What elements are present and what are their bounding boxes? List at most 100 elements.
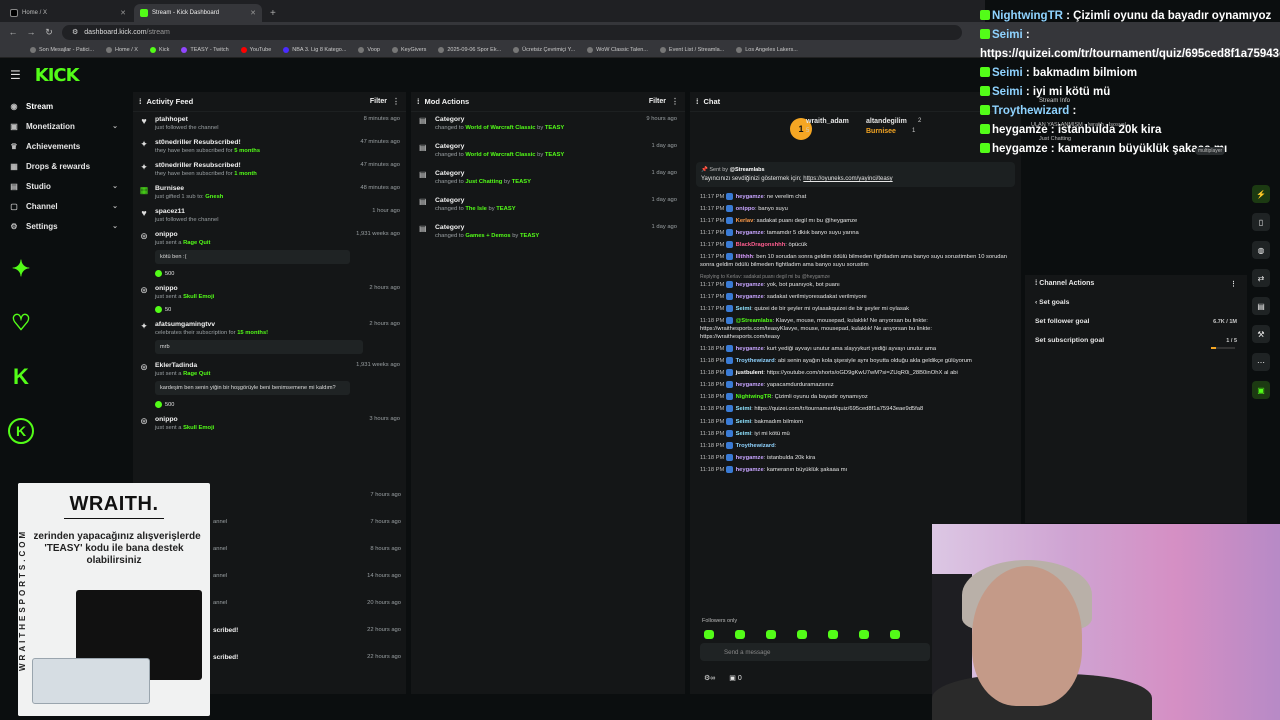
chat-message[interactable]: 11:18 PM NightwingTR: Çizimli oyunu da b… (690, 391, 1021, 403)
sidebar-item-achievements[interactable]: ♛ Achievements (0, 136, 128, 156)
bookmark[interactable]: KeyGivers (391, 46, 426, 53)
chat-username[interactable]: onippo (736, 206, 755, 212)
chat-username[interactable]: Seimi (736, 419, 751, 425)
close-icon[interactable]: ✕ (250, 9, 256, 17)
bookmark[interactable]: WoW Classic Talen... (587, 46, 648, 53)
chat-input[interactable]: Send a message (700, 643, 930, 661)
filter-button[interactable]: Filter (370, 98, 387, 105)
chat-message[interactable]: 11:17 PM heygamze: tamamdır 5 dkiık bany… (690, 227, 1021, 239)
pinned-link[interactable]: https://oyuneks.com/yayinci/teasy (803, 176, 892, 182)
bookmark[interactable]: Los Angeles Lakers... (736, 46, 798, 53)
top-user[interactable]: wraith_adam (806, 118, 849, 125)
chat-message[interactable]: 11:17 PM lllthhh: ben 10 sorudan sonra g… (690, 251, 1021, 271)
emote[interactable] (797, 630, 807, 639)
chat-message[interactable]: 11:18 PM heygamze: kameranın büyüklük şa… (690, 464, 1021, 476)
chat-username[interactable]: BlackDragonshhh (736, 242, 786, 248)
chat-message[interactable]: 11:18 PM Seimi: iyi mi kötü mü (690, 428, 1021, 440)
chat-username[interactable]: Kerlav (736, 218, 754, 224)
top-user[interactable]: Burnisee (866, 128, 896, 135)
url-field[interactable]: ⚙ dashboard.kick.com/stream (62, 24, 962, 40)
chat-message[interactable]: 11:18 PM heygamze: kurt yediği ayvayı un… (690, 343, 1021, 355)
sidebar-item-drops[interactable]: ▦ Drops & rewards (0, 156, 128, 176)
chat-username[interactable]: Troythewizard (736, 443, 775, 449)
chat-message[interactable]: 11:18 PM heygamze: istanbulda 20k kira (690, 452, 1021, 464)
emote[interactable] (766, 630, 776, 639)
lightning-icon[interactable]: ⚡ (1252, 185, 1270, 203)
chat-message[interactable]: 11:17 PM BlackDragonshhh: öpücük (690, 239, 1021, 251)
chat-username[interactable]: lllthhh (736, 254, 753, 260)
emote[interactable] (828, 630, 838, 639)
chat-username[interactable]: heygamze (736, 382, 764, 388)
chat-username[interactable]: heygamze (736, 455, 764, 461)
drag-handle-icon[interactable]: ⁞ (696, 97, 699, 106)
site-info-icon[interactable]: ⚙ (72, 28, 78, 36)
file-icon[interactable]: ▯ (1252, 213, 1270, 231)
close-icon[interactable]: ✕ (120, 9, 126, 17)
set-goals-back[interactable]: ‹ Set goals (1025, 293, 1247, 312)
chat-message[interactable]: 11:18 PM Troythewizard: (690, 440, 1021, 452)
drag-handle-icon[interactable]: ⁞ (417, 97, 420, 106)
new-tab-button[interactable]: + (264, 8, 282, 22)
bookmark[interactable]: TEASY - Twitch (181, 46, 229, 53)
kick-app-icon[interactable]: ▣ (1252, 381, 1270, 399)
chat-message[interactable]: 11:18 PM justbulent: https://youtube.com… (690, 367, 1021, 379)
sidebar-item-stream[interactable]: ◉ Stream (0, 96, 128, 116)
bookmark[interactable]: 2025-09-06 Spor Ek... (438, 46, 501, 53)
filter-button[interactable]: Filter (649, 98, 666, 105)
chat-username[interactable]: heygamze (736, 294, 764, 300)
chat-message[interactable]: 11:18 PM heygamze: yapacamdurduramazsını… (690, 379, 1021, 391)
bookmark[interactable]: NBA 3. Lig 8 Katego... (283, 46, 346, 53)
emote[interactable] (704, 630, 714, 639)
chat-message[interactable]: 11:17 PM heygamze: ne verelim chat (690, 191, 1021, 203)
chat-message[interactable]: 11:17 PM Kerlav: sadakat puanı degil mı … (690, 215, 1021, 227)
chat-message[interactable]: 11:18 PM Troythewizard: abi senin ayağın… (690, 355, 1021, 367)
drag-handle-icon[interactable]: ⁞ (1035, 280, 1037, 288)
drag-handle-icon[interactable]: ⁞ (139, 97, 142, 106)
chat-username[interactable]: Seimi (736, 407, 751, 413)
emote[interactable] (859, 630, 869, 639)
bookmark[interactable]: Ücretsiz Çevrimiçi Y... (513, 46, 575, 53)
link-icon[interactable]: ⇄ (1252, 269, 1270, 287)
top-user[interactable]: altandegilim (866, 118, 907, 125)
settings-icon[interactable]: ⚙∞ (704, 674, 715, 682)
bookmark[interactable]: Kick (149, 46, 169, 53)
bookmark[interactable]: Event List / Streamla... (659, 46, 724, 53)
emote[interactable] (890, 630, 900, 639)
kick-logo[interactable]: KICK (35, 65, 80, 86)
chat-username[interactable]: heygamze (736, 467, 764, 473)
chat-username[interactable]: heygamze (736, 194, 764, 200)
chat-message[interactable]: 11:18 PM Seimi: https://quizei.com/tr/to… (690, 403, 1021, 415)
chat-message[interactable]: 11:18 PM Seimi: bakmadım bilmiom (690, 416, 1021, 428)
browser-tab-x[interactable]: Home / X ✕ (4, 4, 132, 22)
keyboard-icon[interactable]: ▤ (1252, 297, 1270, 315)
chat-username[interactable]: @Streamlabs (736, 318, 773, 324)
chat-username[interactable]: NightwingTR (736, 394, 772, 400)
chat-username[interactable]: Seimi (736, 431, 751, 437)
more-icon[interactable]: ⋮ (1230, 280, 1237, 288)
wrench-icon[interactable]: ⚒ (1252, 325, 1270, 343)
share-icon[interactable]: ⋯ (1252, 353, 1270, 371)
chat-username[interactable]: Troythewizard (736, 358, 775, 364)
chat-username[interactable]: justbulent (736, 370, 764, 376)
chat-username[interactable]: heygamze (736, 346, 764, 352)
menu-icon[interactable]: ☰ (10, 68, 21, 82)
chat-message[interactable]: 11:18 PM @Streamlabs: Klavye, mouse, mou… (690, 315, 1021, 343)
more-icon[interactable]: ⋮ (392, 97, 400, 106)
chat-message[interactable]: Replying to Kerlav: sadakat puanı degil … (690, 271, 1021, 291)
reload-icon[interactable]: ↻ (44, 27, 54, 38)
bookmark[interactable]: Home / X (106, 46, 138, 53)
chat-username[interactable]: heygamze (736, 282, 764, 288)
emote[interactable] (735, 630, 745, 639)
chat-message[interactable]: 11:17 PM onippo: banyo suyu (690, 203, 1021, 215)
chat-message[interactable]: 11:17 PM heygamze: sadakat verilmiyoresa… (690, 291, 1021, 303)
more-icon[interactable]: ⋮ (671, 97, 679, 106)
sidebar-item-monetization[interactable]: ▣ Monetization ⌄ (0, 116, 128, 136)
sidebar-item-channel[interactable]: ▢ Channel ⌄ (0, 196, 128, 216)
chat-username[interactable]: Seimi (736, 306, 751, 312)
bookmark[interactable]: Son Mesajlar - Patici... (30, 46, 94, 53)
bookmark[interactable]: Voop (358, 46, 380, 53)
browser-tab-kick[interactable]: Stream - Kick Dashboard ✕ (134, 4, 262, 22)
bookmark[interactable]: YouTube (240, 46, 271, 53)
sidebar-item-settings[interactable]: ⚙ Settings ⌄ (0, 216, 128, 236)
chat-username[interactable]: heygamze (736, 230, 764, 236)
